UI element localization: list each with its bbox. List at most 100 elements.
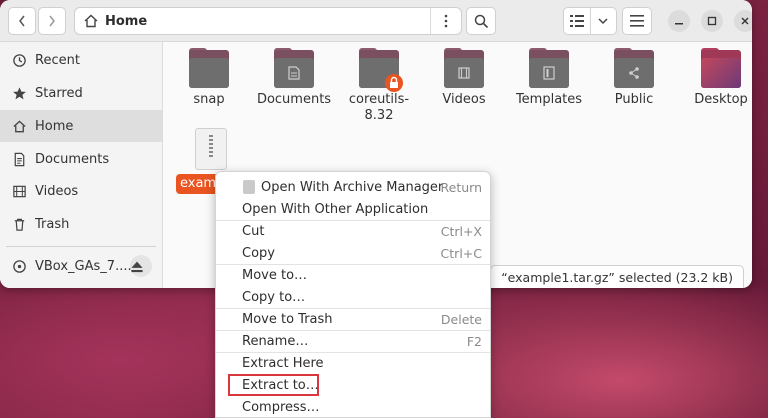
sidebar-item-videos[interactable]: Videos <box>0 175 162 207</box>
extract-to-highlight-box <box>228 374 319 396</box>
archive-manager-icon <box>243 180 255 194</box>
sidebar-item-trash[interactable]: Trash <box>0 208 162 240</box>
maximize-icon <box>707 16 717 26</box>
menu-copy-to[interactable]: Copy to… <box>216 286 490 308</box>
menu-item-label: Cut <box>242 223 265 239</box>
folder-public[interactable]: Public <box>596 48 672 108</box>
menu-cut[interactable]: Cut Ctrl+X <box>216 220 490 242</box>
sidebar-item-recent[interactable]: Recent <box>0 44 162 76</box>
folder-coreutils[interactable]: coreutils- 8.32 <box>341 48 417 124</box>
chevron-right-icon <box>49 15 55 27</box>
minimize-icon <box>675 23 683 25</box>
clock-icon <box>13 53 26 67</box>
list-view-icon <box>569 15 584 27</box>
location-bar[interactable]: Home <box>74 7 462 35</box>
home-icon <box>84 14 98 28</box>
menu-item-shortcut: Delete <box>440 311 482 327</box>
file-label: Templates <box>515 92 583 107</box>
file-label-line2: 8.32 <box>364 108 394 123</box>
location-menu-button[interactable] <box>430 8 461 34</box>
sidebar-item-label: VBox_GAs_7.... <box>35 258 132 274</box>
file-label: Public <box>614 92 654 107</box>
sidebar-item-label: Recent <box>35 52 80 68</box>
sidebar-item-label: Trash <box>35 216 70 232</box>
sidebar-item-documents[interactable]: Documents <box>0 143 162 175</box>
menu-item-shortcut: Ctrl+C <box>440 245 482 261</box>
folder-templates[interactable]: Templates <box>511 48 587 108</box>
menu-rename[interactable]: Rename… F2 <box>216 330 490 352</box>
videos-folder-icon <box>444 48 484 88</box>
archive-file-icon <box>195 128 227 170</box>
search-button[interactable] <box>466 7 496 35</box>
menu-item-label: Copy to… <box>242 289 306 305</box>
more-vertical-icon <box>444 14 448 28</box>
folder-desktop[interactable]: Desktop <box>683 48 752 108</box>
menu-item-shortcut: F2 <box>466 333 482 349</box>
file-label: Documents <box>256 92 332 107</box>
list-view-button[interactable] <box>564 8 590 34</box>
location-path: Home <box>105 13 148 29</box>
folder-documents[interactable]: Documents <box>256 48 332 108</box>
chevron-down-icon <box>598 18 608 25</box>
menu-item-shortcut: Ctrl+X <box>440 223 482 239</box>
locked-folder-icon <box>359 48 403 92</box>
sidebar-divider <box>6 246 156 247</box>
desktop-folder-icon <box>701 48 741 88</box>
context-menu: Open With Archive Manager Return Open Wi… <box>215 171 491 418</box>
hamburger-menu-icon <box>630 15 644 27</box>
header-bar: Home <box>0 0 752 42</box>
folder-videos[interactable]: Videos <box>426 48 502 108</box>
menu-item-label: Copy <box>242 245 275 261</box>
star-icon <box>13 86 26 99</box>
menu-copy[interactable]: Copy Ctrl+C <box>216 242 490 264</box>
maximize-button[interactable] <box>701 10 723 32</box>
search-icon <box>474 14 488 28</box>
documents-folder-icon <box>274 48 314 88</box>
menu-item-label: Rename… <box>242 333 309 349</box>
menu-item-label: Move to Trash <box>242 311 333 327</box>
status-bar: “example1.tar.gz” selected (23.2 kB) <box>490 265 744 288</box>
lock-icon <box>385 74 403 92</box>
sidebar-item-home[interactable]: Home <box>0 110 162 142</box>
menu-item-label: Open With Archive Manager <box>261 179 444 195</box>
selection-status-text: “example1.tar.gz” selected (23.2 kB) <box>501 269 733 285</box>
menu-item-shortcut: Return <box>440 179 482 195</box>
forward-button[interactable] <box>38 7 66 35</box>
menu-extract-here[interactable]: Extract Here <box>216 352 490 374</box>
menu-item-label: Move to… <box>242 267 308 283</box>
trash-icon <box>14 218 25 231</box>
sidebar-item-device[interactable]: VBox_GAs_7.... <box>0 250 162 282</box>
chevron-left-icon <box>19 15 25 27</box>
disc-icon <box>13 259 26 273</box>
close-button[interactable] <box>734 10 752 32</box>
sidebar-item-label: Starred <box>35 85 83 101</box>
back-button[interactable] <box>8 7 36 35</box>
sidebar-item-label: Home <box>35 118 74 134</box>
sidebar-item-label: Videos <box>35 183 79 199</box>
view-toggle[interactable] <box>563 7 617 35</box>
file-label: snap <box>193 92 225 107</box>
menu-compress[interactable]: Compress… <box>216 396 490 417</box>
folder-snap[interactable]: snap <box>171 48 247 108</box>
menu-open-with-archive-manager[interactable]: Open With Archive Manager Return <box>216 176 490 198</box>
file-label: Desktop <box>694 92 748 107</box>
home-icon <box>13 119 26 132</box>
file-label: Videos <box>442 92 486 107</box>
video-icon <box>13 185 26 197</box>
menu-move-to-trash[interactable]: Move to Trash Delete <box>216 308 490 330</box>
main-menu-button[interactable] <box>622 7 652 35</box>
menu-item-label: Extract Here <box>242 355 324 371</box>
view-options-button[interactable] <box>591 8 617 34</box>
sidebar-item-starred[interactable]: Starred <box>0 77 162 109</box>
file-label-line1: coreutils- <box>348 92 410 107</box>
eject-button[interactable] <box>130 255 152 277</box>
menu-move-to[interactable]: Move to… <box>216 264 490 286</box>
menu-open-with-other-application[interactable]: Open With Other Application <box>216 198 490 220</box>
menu-item-label: Compress… <box>242 399 320 415</box>
minimize-button[interactable] <box>668 10 690 32</box>
close-icon <box>741 17 749 25</box>
sidebar: Recent Starred Home Documents Videos Tra… <box>0 42 163 288</box>
public-folder-icon <box>614 48 654 88</box>
sidebar-item-label: Documents <box>35 151 110 167</box>
menu-item-label: Open With Other Application <box>242 201 429 217</box>
